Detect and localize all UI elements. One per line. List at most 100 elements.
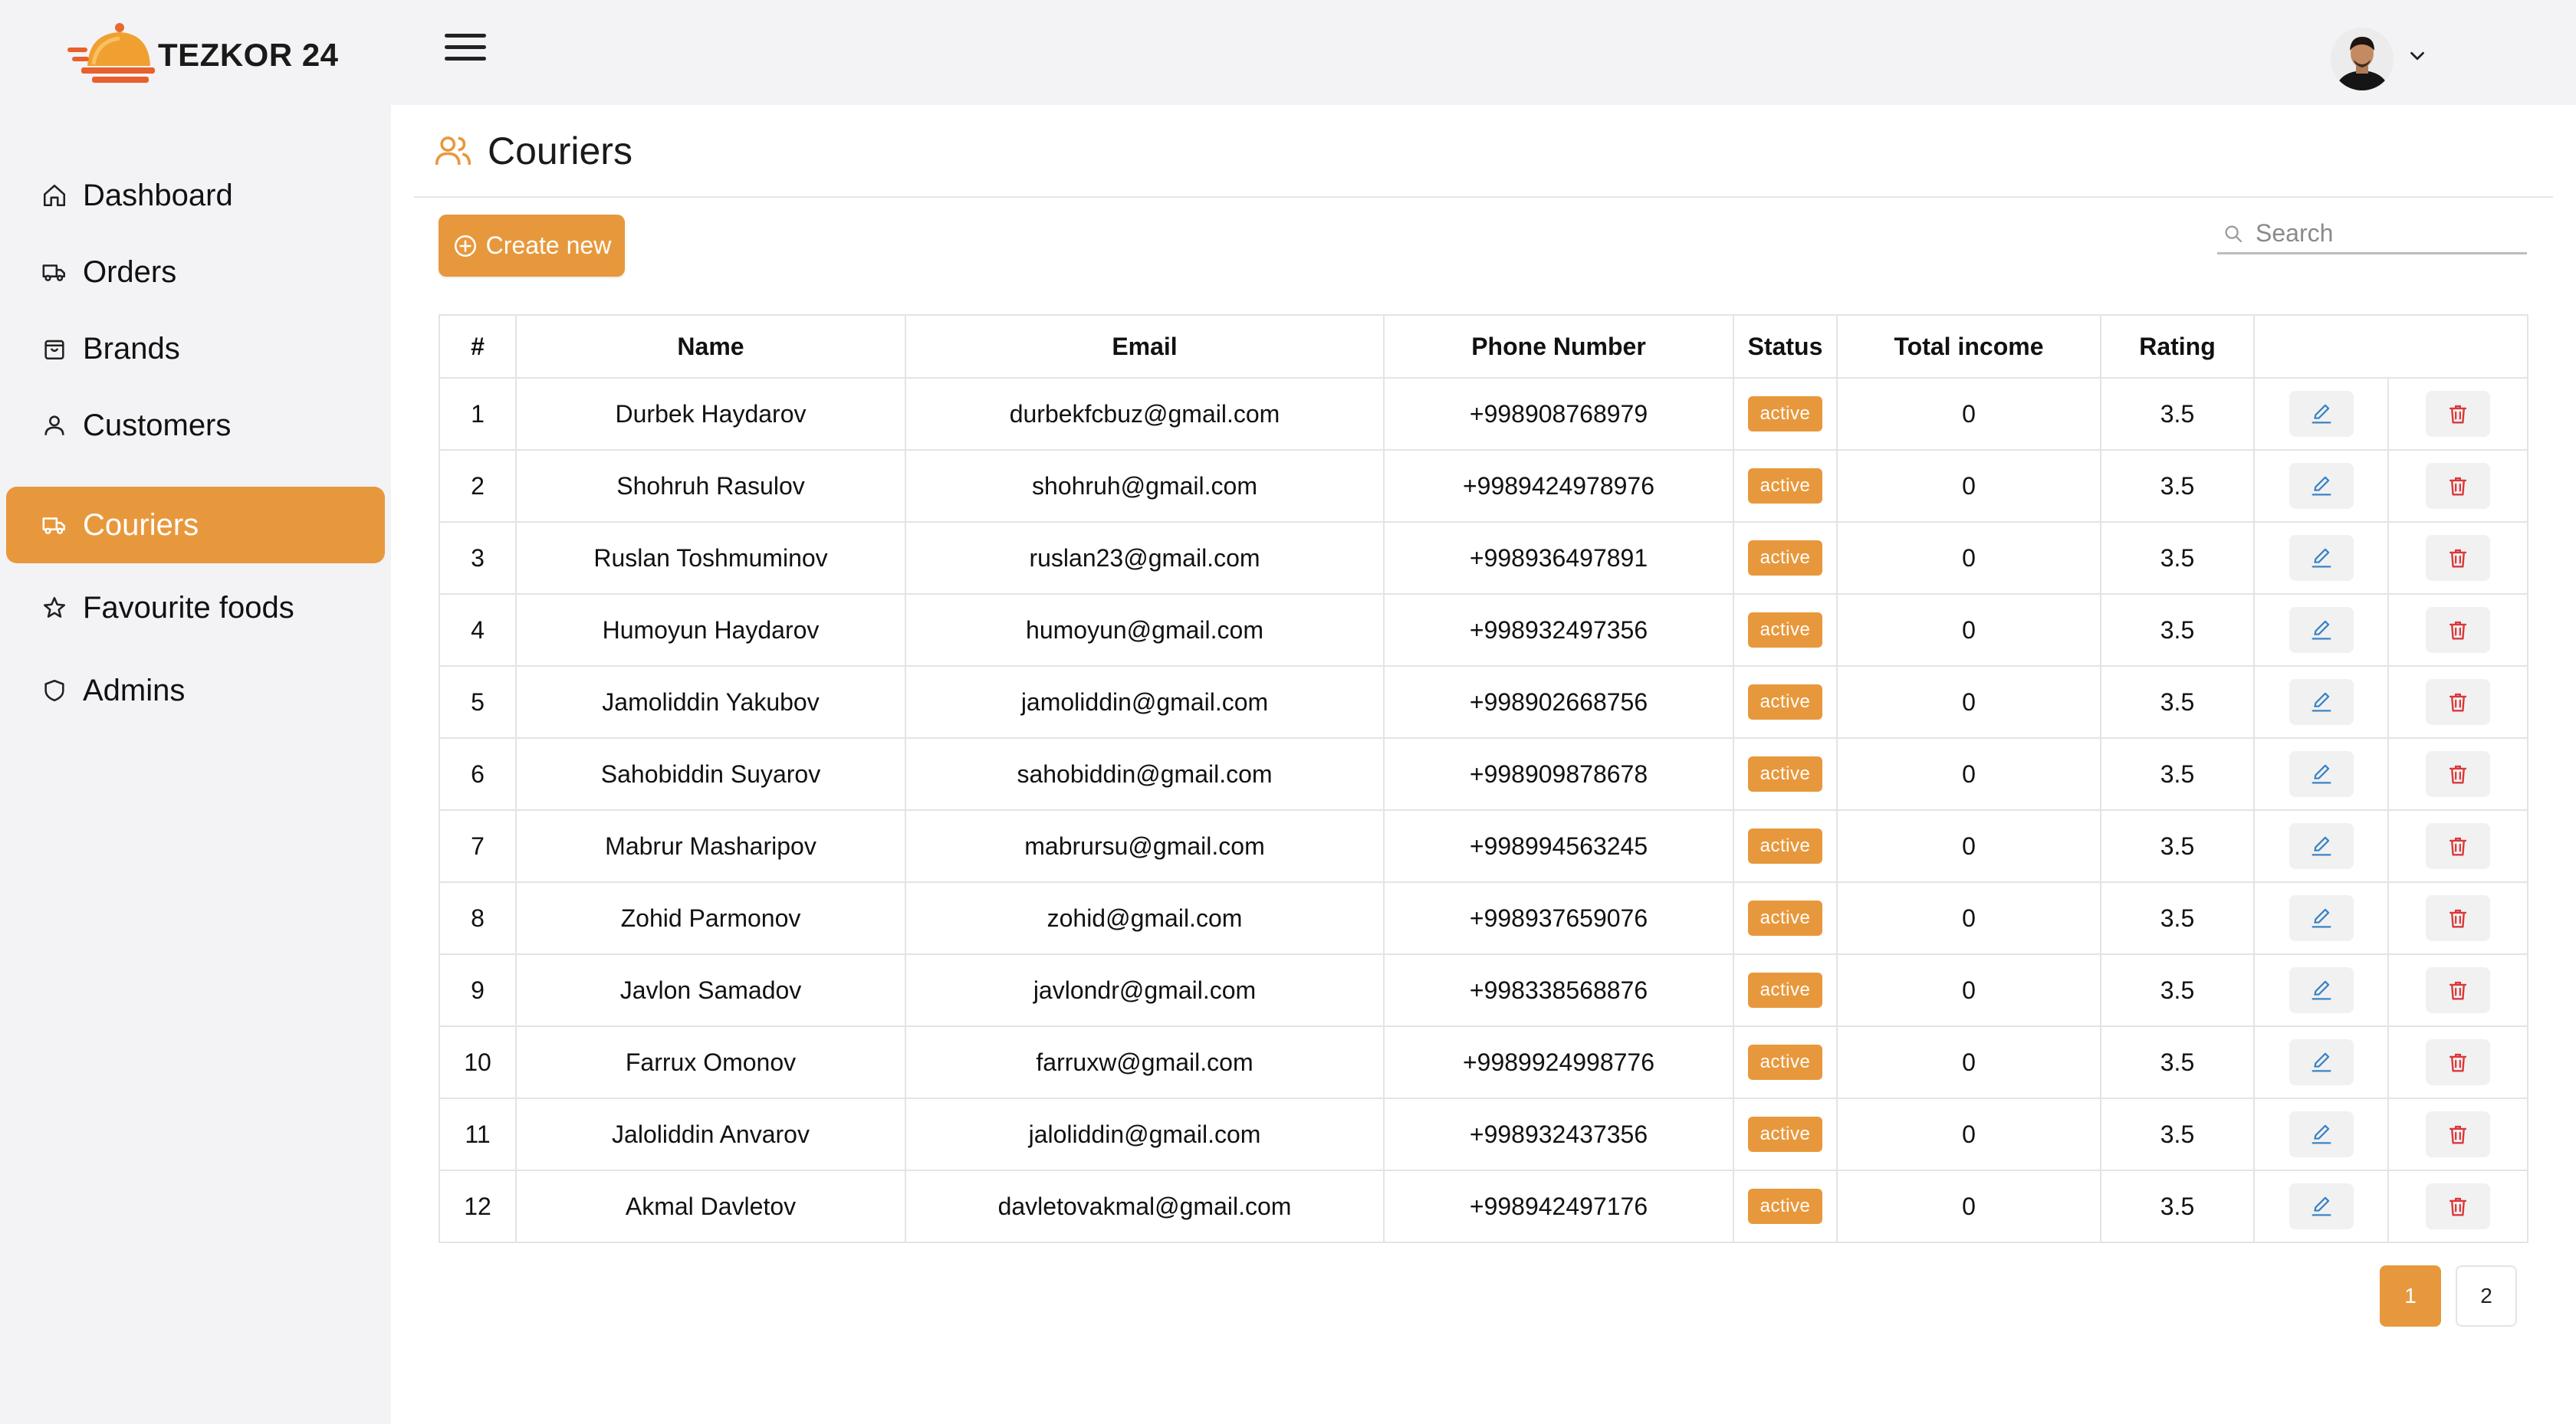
cell-status: active (1733, 449, 1838, 523)
cell-edit (2253, 737, 2389, 811)
trash-icon (2449, 693, 2467, 712)
cell-rating: 3.5 (2100, 1025, 2255, 1099)
edit-button[interactable] (2288, 1111, 2354, 1157)
sidebar-item-favourite-foods[interactable]: Favourite foods (6, 569, 385, 646)
edit-pencil-icon (2312, 1196, 2331, 1216)
trash-icon (2449, 405, 2467, 424)
sidebar-item-label: Couriers (83, 507, 199, 542)
cell-total-income: 0 (1836, 809, 2101, 883)
menu-toggle-button[interactable] (445, 34, 486, 64)
edit-button[interactable] (2288, 607, 2354, 653)
cell-edit (2253, 1170, 2389, 1243)
trash-icon (2449, 1053, 2467, 1072)
create-new-button[interactable]: Create new (439, 215, 625, 277)
bag-icon (44, 340, 64, 360)
cell-rating: 3.5 (2100, 521, 2255, 595)
cell-phone: +998932437356 (1383, 1098, 1734, 1171)
edit-button[interactable] (2288, 1183, 2354, 1229)
edit-button[interactable] (2288, 463, 2354, 509)
delete-button[interactable] (2426, 895, 2490, 941)
cell-delete (2387, 737, 2528, 811)
hamburger-line (445, 57, 486, 61)
table-row: 4 Humoyun Haydarov humoyun@gmail.com +99893… (439, 593, 2528, 667)
table-row: 11 Jaloliddin Anvarov jaloliddin@gmail.com… (439, 1098, 2528, 1171)
cell-status: active (1733, 521, 1838, 595)
sidebar-item-customers[interactable]: Customers (6, 387, 385, 464)
cell-rating: 3.5 (2100, 449, 2255, 523)
cell-rating: 3.5 (2100, 665, 2255, 739)
chevron-down-icon[interactable] (2406, 44, 2429, 67)
edit-button[interactable] (2288, 895, 2354, 941)
cell-status: active (1733, 881, 1838, 955)
edit-button[interactable] (2288, 1039, 2354, 1085)
pagination-page-2[interactable]: 2 (2456, 1265, 2517, 1327)
trash-icon (2449, 837, 2467, 856)
cell-rating: 3.5 (2100, 737, 2255, 811)
sidebar-item-label: Admins (83, 673, 186, 707)
status-badge: active (1747, 1045, 1823, 1080)
sidebar-item-couriers[interactable]: Couriers (6, 487, 385, 563)
cell-status: active (1733, 593, 1838, 667)
delete-button[interactable] (2426, 463, 2490, 509)
cell-name: Jaloliddin Anvarov (515, 1098, 906, 1171)
delete-button[interactable] (2426, 1183, 2490, 1229)
truck-icon (42, 264, 66, 281)
cell-edit (2253, 377, 2389, 451)
cell-name: Mabrur Masharipov (515, 809, 906, 883)
delete-button[interactable] (2426, 751, 2490, 797)
edit-button[interactable] (2288, 535, 2354, 581)
cell-number: 12 (439, 1170, 517, 1243)
cell-phone: +998908768979 (1383, 377, 1734, 451)
status-badge: active (1747, 612, 1823, 648)
delete-button[interactable] (2426, 607, 2490, 653)
delete-button[interactable] (2426, 1111, 2490, 1157)
delete-button[interactable] (2426, 679, 2490, 725)
cell-total-income: 0 (1836, 1098, 2101, 1171)
brand-logo[interactable]: TEZKOR 24 (66, 21, 339, 89)
table-row: 7 Mabrur Masharipov mabrursu@gmail.com +998… (439, 809, 2528, 883)
cell-phone: +998338568876 (1383, 953, 1734, 1027)
cell-delete (2387, 953, 2528, 1027)
sidebar-item-admins[interactable]: Admins (6, 652, 385, 729)
cell-email: durbekfcbuz@gmail.com (905, 377, 1385, 451)
cell-status: active (1733, 1170, 1838, 1243)
trash-icon (2449, 1125, 2467, 1144)
cell-edit (2253, 665, 2389, 739)
cell-rating: 3.5 (2100, 953, 2255, 1027)
cell-name: Durbek Haydarov (515, 377, 906, 451)
cell-status: active (1733, 953, 1838, 1027)
pagination-page-1[interactable]: 1 (2380, 1265, 2441, 1327)
edit-pencil-icon (2312, 548, 2331, 568)
edit-button[interactable] (2288, 823, 2354, 869)
delete-button[interactable] (2426, 1039, 2490, 1085)
sidebar-item-brands[interactable]: Brands (6, 310, 385, 387)
search-input[interactable] (2256, 219, 2516, 248)
table-row: 1 Durbek Haydarov durbekfcbuz@gmail.com +99… (439, 377, 2528, 451)
cell-edit (2253, 881, 2389, 955)
user-avatar[interactable] (2331, 28, 2394, 90)
column-header-status: Status (1733, 314, 1838, 379)
sidebar-item-dashboard[interactable]: Dashboard (6, 157, 385, 234)
column-header-name: Name (515, 314, 906, 379)
edit-button[interactable] (2288, 391, 2354, 437)
hamburger-line (445, 45, 486, 49)
edit-button[interactable] (2288, 751, 2354, 797)
delete-button[interactable] (2426, 823, 2490, 869)
cell-rating: 3.5 (2100, 881, 2255, 955)
cell-email: zohid@gmail.com (905, 881, 1385, 955)
cell-total-income: 0 (1836, 1025, 2101, 1099)
edit-button[interactable] (2288, 679, 2354, 725)
table-row: 2 Shohruh Rasulov shohruh@gmail.com +998942… (439, 449, 2528, 523)
cell-email: sahobiddin@gmail.com (905, 737, 1385, 811)
delete-button[interactable] (2426, 535, 2490, 581)
top-bar: TEZKOR 24 (0, 0, 2576, 105)
cell-delete (2387, 449, 2528, 523)
trash-icon (2449, 1197, 2467, 1216)
cell-email: humoyun@gmail.com (905, 593, 1385, 667)
edit-button[interactable] (2288, 967, 2354, 1013)
delete-button[interactable] (2426, 391, 2490, 437)
cell-number: 9 (439, 953, 517, 1027)
sidebar-item-orders[interactable]: Orders (6, 234, 385, 310)
delete-button[interactable] (2426, 967, 2490, 1013)
edit-pencil-icon (2312, 836, 2331, 856)
